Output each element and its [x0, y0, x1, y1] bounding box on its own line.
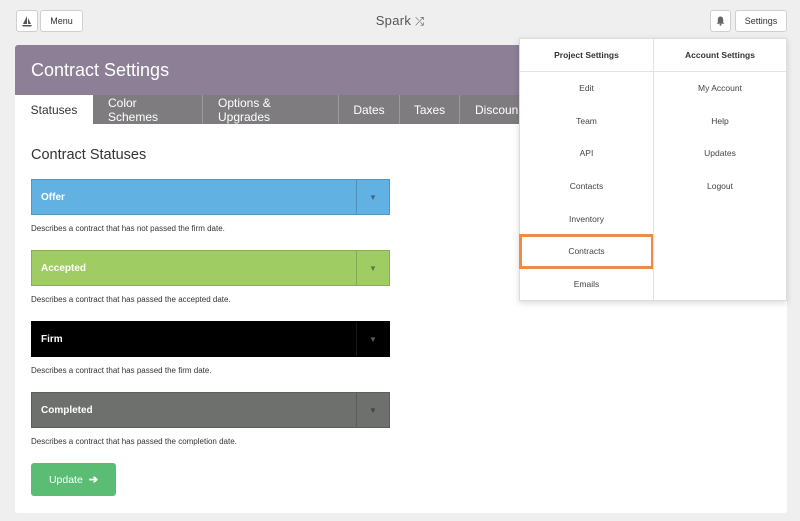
status-description: Describes a contract that has passed the… [31, 437, 237, 446]
chevron-down-icon[interactable]: ▼ [356, 180, 389, 214]
brand-name: Spark [375, 13, 412, 28]
status-select-completed[interactable]: Completed ▼ [31, 392, 390, 428]
menu-item-my-account[interactable]: My Account [654, 72, 786, 105]
project-settings-column: Project Settings Edit Team API Contacts … [519, 39, 654, 301]
tab-taxes[interactable]: Taxes [400, 95, 460, 124]
menu-item-api[interactable]: API [520, 137, 653, 170]
tab-statuses[interactable]: Statuses [15, 95, 93, 124]
update-label: Update [48, 473, 83, 486]
project-settings-header: Project Settings [520, 39, 653, 72]
account-settings-column: Account Settings My Account Help Updates… [653, 39, 786, 300]
status-label: Offer [41, 191, 65, 203]
menu-item-inventory[interactable]: Inventory [520, 202, 653, 235]
status-select-accepted[interactable]: Accepted ▼ [31, 250, 390, 286]
update-button[interactable]: Update ➔ [31, 463, 116, 496]
status-description: Describes a contract that has passed the… [31, 366, 212, 375]
tab-dates[interactable]: Dates [339, 95, 400, 124]
settings-dropdown: Project Settings Edit Team API Contacts … [519, 38, 787, 301]
top-bar: Menu Spark ⤮ Settings [0, 0, 800, 42]
status-select-offer[interactable]: Offer ▼ [31, 179, 390, 215]
menu-item-emails[interactable]: Emails [520, 268, 653, 301]
chevron-down-icon[interactable]: ▼ [356, 322, 389, 356]
menu-item-updates[interactable]: Updates [654, 137, 786, 170]
menu-item-team[interactable]: Team [520, 105, 653, 138]
brand-title: Spark ⤮ [0, 13, 800, 29]
bell-icon [716, 16, 725, 26]
menu-item-contracts[interactable]: Contracts [519, 233, 654, 269]
menu-item-edit[interactable]: Edit [520, 72, 653, 105]
status-label: Accepted [41, 262, 87, 274]
chevron-down-icon[interactable]: ▼ [356, 393, 389, 427]
account-settings-header: Account Settings [654, 39, 786, 72]
menu-item-contacts[interactable]: Contacts [520, 170, 653, 203]
chevron-down-icon[interactable]: ▼ [356, 251, 389, 285]
settings-button[interactable]: Settings [735, 10, 787, 32]
menu-item-help[interactable]: Help [654, 105, 786, 138]
arrow-right-icon: ➔ [88, 474, 99, 486]
status-select-firm[interactable]: Firm ▼ [31, 321, 390, 357]
tab-options-upgrades[interactable]: Options & Upgrades [203, 95, 339, 124]
status-label: Completed [41, 404, 93, 416]
menu-item-logout[interactable]: Logout [654, 170, 786, 203]
status-label: Firm [41, 333, 63, 345]
notifications-button[interactable] [710, 10, 731, 32]
tab-color-schemes[interactable]: Color Schemes [93, 95, 203, 124]
shuffle-icon[interactable]: ⤮ [415, 16, 424, 28]
